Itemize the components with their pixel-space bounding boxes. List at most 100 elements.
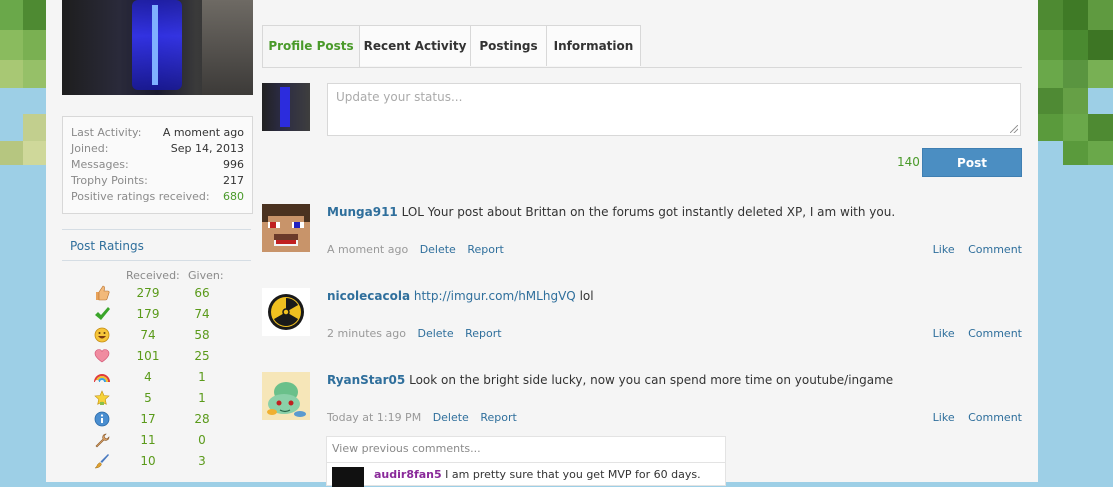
post-actions: Like Comment (923, 327, 1022, 340)
radiation-avatar (262, 288, 310, 336)
received-count[interactable]: 279 (126, 283, 170, 304)
like-link[interactable]: Like (933, 411, 955, 424)
post-username[interactable]: nicolecacola (327, 289, 410, 303)
post-button[interactable]: Post (922, 148, 1022, 177)
given-header: Given: (188, 269, 224, 282)
stat-label: Last Activity: (71, 126, 142, 139)
comment-link[interactable]: Comment (968, 411, 1022, 424)
resize-grip-icon[interactable] (1010, 125, 1018, 133)
given-count[interactable]: 66 (180, 283, 224, 304)
commenter-avatar[interactable] (332, 467, 364, 487)
received-count[interactable]: 74 (126, 325, 170, 346)
stat-trophy-points: Trophy Points: 217 (71, 173, 244, 189)
rating-row-artistic: 10 3 (62, 451, 251, 472)
like-link[interactable]: Like (933, 327, 955, 340)
stat-positive-ratings: Positive ratings received: 680 (71, 189, 244, 205)
user-avatar[interactable] (262, 204, 310, 252)
paintbrush-icon (94, 454, 109, 469)
stat-label: Joined: (71, 142, 109, 155)
view-previous-comments-link[interactable]: View previous comments... (332, 442, 481, 455)
given-count[interactable]: 3 (180, 451, 224, 472)
received-count[interactable]: 11 (126, 430, 170, 451)
post-actions: Like Comment (923, 411, 1022, 424)
stat-value: Sep 14, 2013 (170, 142, 244, 155)
user-avatar[interactable] (262, 372, 310, 420)
post-meta: Today at 1:19 PM Delete Report (327, 411, 517, 424)
received-count[interactable]: 101 (126, 346, 170, 367)
profile-post: Munga911 LOL Your post about Brittan on … (262, 204, 1022, 274)
rating-row-funny: 74 58 (62, 325, 251, 346)
comment-divider (327, 462, 725, 463)
given-count[interactable]: 74 (180, 304, 224, 325)
post-meta: 2 minutes ago Delete Report (327, 327, 502, 340)
steve-face-avatar (262, 204, 310, 252)
given-count[interactable]: 25 (180, 346, 224, 367)
comment-text: I am pretty sure that you get MVP for 60… (445, 468, 701, 481)
post-ratings-title: Post Ratings (62, 229, 251, 261)
stat-value[interactable]: 217 (223, 173, 244, 189)
comment-username[interactable]: audir8fan5 (374, 468, 442, 481)
status-placeholder: Update your status... (336, 90, 463, 104)
report-link[interactable]: Report (467, 243, 503, 256)
post-actions: Like Comment (923, 243, 1022, 256)
given-count[interactable]: 0 (180, 430, 224, 451)
heart-icon (94, 349, 110, 363)
post-time[interactable]: 2 minutes ago (327, 327, 406, 340)
rating-row-informative: 17 28 (62, 409, 251, 430)
tab-postings[interactable]: Postings (470, 25, 547, 66)
user-avatar[interactable] (262, 288, 310, 336)
received-count[interactable]: 179 (126, 304, 170, 325)
received-count[interactable]: 4 (126, 367, 170, 388)
stat-value[interactable]: 996 (223, 157, 244, 173)
comment-link[interactable]: Comment (968, 243, 1022, 256)
received-header: Received: (126, 269, 180, 282)
report-link[interactable]: Report (480, 411, 516, 424)
like-link[interactable]: Like (933, 243, 955, 256)
stat-messages: Messages: 996 (71, 157, 244, 173)
profile-page: Last Activity: A moment ago Joined: Sep … (46, 0, 1038, 487)
post-username[interactable]: RyanStar05 (327, 373, 405, 387)
post-message: Munga911 LOL Your post about Brittan on … (327, 204, 895, 220)
given-count[interactable]: 1 (180, 388, 224, 409)
comment: audir8fan5 I am pretty sure that you get… (374, 468, 701, 481)
delete-link[interactable]: Delete (420, 243, 456, 256)
report-link[interactable]: Report (465, 327, 501, 340)
rating-row-love: 101 25 (62, 346, 251, 367)
post-time[interactable]: Today at 1:19 PM (327, 411, 421, 424)
member-stats: Last Activity: A moment ago Joined: Sep … (62, 116, 253, 214)
my-avatar[interactable] (262, 83, 310, 131)
status-input[interactable]: Update your status... (327, 83, 1021, 136)
received-count[interactable]: 5 (126, 388, 170, 409)
post-link[interactable]: http://imgur.com/hMLhgVQ (414, 289, 576, 303)
post-username[interactable]: Munga911 (327, 205, 398, 219)
stat-label: Messages: (71, 158, 129, 171)
given-count[interactable]: 58 (180, 325, 224, 346)
stat-value: 680 (223, 190, 244, 203)
stat-last-activity: Last Activity: A moment ago (71, 125, 244, 141)
profile-tabs: Profile Posts Recent Activity Postings I… (262, 25, 1022, 68)
tab-recent-activity[interactable]: Recent Activity (359, 25, 471, 66)
info-icon (94, 411, 110, 427)
received-count[interactable]: 17 (126, 409, 170, 430)
delete-link[interactable]: Delete (433, 411, 469, 424)
post-text: LOL Your post about Brittan on the forum… (401, 205, 896, 219)
delete-link[interactable]: Delete (417, 327, 453, 340)
post-meta: A moment ago Delete Report (327, 243, 504, 256)
stat-joined: Joined: Sep 14, 2013 (71, 141, 244, 157)
tab-profile-posts[interactable]: Profile Posts (262, 25, 360, 67)
rating-row-like: 279 66 (62, 283, 251, 304)
comment-link[interactable]: Comment (968, 327, 1022, 340)
stat-label: Positive ratings received: (71, 190, 210, 203)
tab-information[interactable]: Information (546, 25, 641, 66)
funny-face-icon (94, 327, 110, 343)
received-count[interactable]: 10 (126, 451, 170, 472)
post-time[interactable]: A moment ago (327, 243, 408, 256)
profile-avatar[interactable] (62, 0, 253, 95)
post-message: RyanStar05 Look on the bright side lucky… (327, 372, 893, 388)
profile-post: RyanStar05 Look on the bright side lucky… (262, 372, 1022, 442)
given-count[interactable]: 28 (180, 409, 224, 430)
stat-label: Trophy Points: (71, 174, 148, 187)
character-counter: 140 (897, 155, 920, 169)
rating-row-useful: 11 0 (62, 430, 251, 451)
given-count[interactable]: 1 (180, 367, 224, 388)
